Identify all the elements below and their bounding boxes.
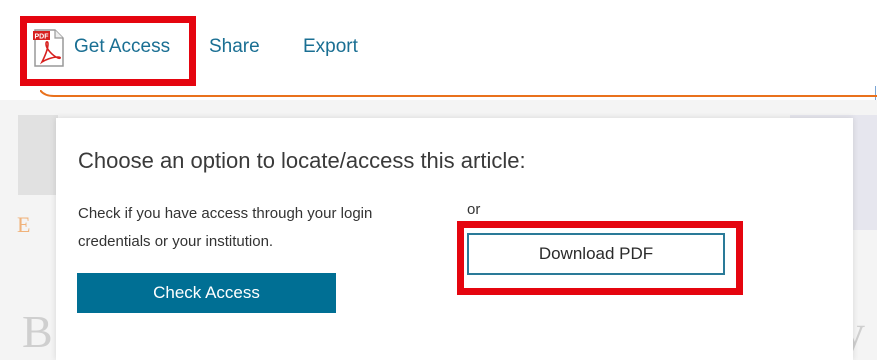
bg-title-letter: B [22, 306, 53, 357]
access-options-modal: Choose an option to locate/access this a… [56, 118, 853, 360]
export-link[interactable]: Export [303, 36, 358, 58]
download-pdf-button[interactable]: Download PDF [467, 233, 725, 275]
publisher-logo [18, 115, 58, 195]
or-separator: or [467, 201, 481, 218]
modal-title: Choose an option to locate/access this a… [78, 148, 526, 173]
pdf-icon-label: PDF [35, 34, 50, 41]
bg-publisher-letter: E [17, 212, 31, 237]
share-link[interactable]: Share [209, 36, 260, 58]
check-access-button[interactable]: Check Access [77, 273, 336, 313]
accent-divider [40, 90, 877, 97]
get-access-link[interactable]: Get Access [74, 36, 170, 58]
pdf-icon[interactable]: PDF [33, 28, 65, 68]
article-toolbar: PDF Get Access Share Export [0, 0, 877, 86]
access-description: Check if you have access through your lo… [78, 205, 373, 250]
